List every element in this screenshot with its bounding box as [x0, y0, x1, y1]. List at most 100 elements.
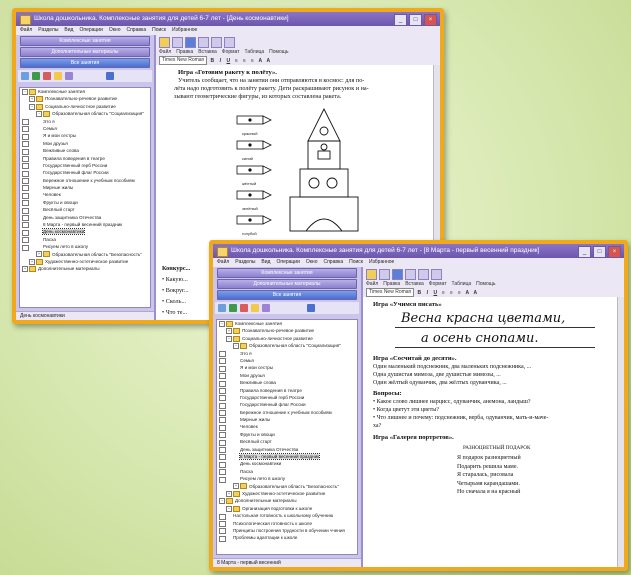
tree-item[interactable]: − Социально-личностное развитие	[217, 335, 357, 342]
section-button[interactable]: Дополнительные материалы	[217, 279, 357, 289]
save-icon[interactable]	[379, 269, 390, 280]
tree-item[interactable]: Государственный герб России	[217, 394, 357, 402]
collapse-icon[interactable]: −	[219, 498, 225, 505]
tree-item[interactable]: Мирные жилы	[20, 184, 150, 192]
copy-icon[interactable]	[198, 37, 209, 48]
front-menu-item[interactable]: Избранное	[369, 258, 394, 267]
back-tree-view[interactable]: − Комплексные занятия + Познавательно-речев…	[19, 87, 151, 308]
font-name-field[interactable]: Times New Roman	[366, 288, 415, 297]
back-menu-item[interactable]: Справка	[126, 26, 146, 35]
tree-item[interactable]: + Художественно-эстетическое развитие	[217, 490, 357, 497]
tree-item[interactable]: Мирные жилы	[217, 416, 357, 424]
tree-item[interactable]: Весёлый старт	[20, 206, 150, 214]
tree-item[interactable]: + Познавательно-речевое развитие	[217, 327, 357, 335]
tree-item[interactable]: Государственный флаг России	[20, 169, 150, 177]
close-icon[interactable]: ×	[424, 14, 437, 26]
doc-menu-item[interactable]: Вставка	[198, 49, 217, 55]
save-icon[interactable]	[172, 37, 183, 48]
front-menu-item[interactable]: Окно	[306, 258, 318, 267]
front-doc-scrollbar[interactable]	[617, 297, 624, 567]
section-button[interactable]: Все занятия	[20, 58, 150, 68]
tree-item[interactable]: − Социально-личностное развитие	[20, 103, 150, 110]
front-window[interactable]: Школа дошкольника. Комплексные занятия д…	[209, 240, 628, 571]
tree-tool-icon[interactable]	[251, 304, 259, 312]
front-menu-item[interactable]: Операции	[276, 258, 299, 267]
tree-item[interactable]: Я и мои сестры	[217, 364, 357, 372]
expand-icon[interactable]: +	[22, 266, 28, 273]
doc-menu-item[interactable]: Файл	[159, 49, 171, 55]
collapse-icon[interactable]: −	[233, 342, 239, 349]
tree-item[interactable]: Пасха	[217, 468, 357, 476]
tree-item[interactable]: Правила поведения в театре	[217, 387, 357, 394]
undo-icon[interactable]	[224, 37, 235, 48]
tree-item[interactable]: − Образовательная область "Социализация"	[217, 342, 357, 349]
doc-menu-item[interactable]: Таблица	[245, 49, 265, 55]
copy-icon[interactable]	[405, 269, 416, 280]
tree-item[interactable]: Настольная готовность к школьному обучен…	[217, 512, 357, 520]
doc-menu-item[interactable]: Правка	[176, 49, 193, 55]
tree-item[interactable]: + Художественно-эстетическое развитие	[20, 258, 150, 265]
section-button[interactable]: Дополнительные материалы	[20, 47, 150, 57]
tree-item[interactable]: День защитника Отечества	[20, 214, 150, 222]
tree-tool-icon[interactable]	[54, 72, 62, 80]
tree-item[interactable]: − Организация подготовки к школе	[217, 505, 357, 512]
tree-tool-icon[interactable]	[229, 304, 237, 312]
tree-item[interactable]: Семья	[20, 125, 150, 133]
tree-item[interactable]: Семья	[217, 357, 357, 365]
front-menu-item[interactable]: Вид	[261, 258, 270, 267]
back-menu-item[interactable]: Поиск	[152, 26, 166, 35]
back-menu-item[interactable]: Разделы	[38, 26, 58, 35]
tree-item[interactable]: Принципы построения трудности в обучении…	[217, 527, 357, 535]
collapse-icon[interactable]: −	[22, 88, 28, 95]
print-icon[interactable]	[185, 37, 196, 48]
expand-icon[interactable]: +	[36, 251, 42, 258]
tree-item[interactable]: + Познавательно-речевое развитие	[20, 95, 150, 103]
tree-item[interactable]: Государственный флаг России	[217, 401, 357, 409]
collapse-icon[interactable]: −	[36, 110, 42, 117]
tree-item[interactable]: + Дополнительные материалы	[20, 265, 150, 273]
front-title-bar[interactable]: Школа дошкольника. Комплексные занятия д…	[213, 244, 624, 258]
tree-item[interactable]: Рисуем лето в школу	[20, 243, 150, 251]
minimize-icon[interactable]: _	[578, 246, 591, 258]
tree-item[interactable]: Человек	[217, 423, 357, 431]
tree-item[interactable]: Мои друзья	[20, 140, 150, 148]
doc-menu-item[interactable]: Вставка	[405, 281, 424, 287]
expand-icon[interactable]: +	[226, 328, 232, 335]
tree-item[interactable]: Правила поведения в театре	[20, 155, 150, 162]
tree-item[interactable]: Государственный герб России	[20, 162, 150, 170]
tree-tool-icon[interactable]	[218, 304, 226, 312]
expand-icon[interactable]: +	[29, 96, 35, 103]
tree-item[interactable]: День защитника Отечества	[217, 446, 357, 454]
tree-item[interactable]: Весёлый старт	[217, 438, 357, 446]
tree-tool-icon[interactable]	[65, 72, 73, 80]
tree-item[interactable]: Это я	[217, 350, 357, 357]
tree-tool-icon[interactable]	[240, 304, 248, 312]
undo-icon[interactable]	[431, 269, 442, 280]
back-menu-item[interactable]: Окно	[109, 26, 121, 35]
front-menu-item[interactable]: Разделы	[235, 258, 255, 267]
front-menu-item[interactable]: Справка	[323, 258, 343, 267]
tree-item[interactable]: − Комплексные занятия	[217, 320, 357, 327]
tree-item[interactable]: Пасха	[20, 236, 150, 244]
minimize-icon[interactable]: _	[394, 14, 407, 26]
doc-menu-item[interactable]: Формат	[429, 281, 447, 287]
section-button[interactable]: Комплексные занятия	[217, 268, 357, 278]
tree-tool-icon[interactable]	[21, 72, 29, 80]
back-menu-item[interactable]: Файл	[20, 26, 32, 35]
back-menu-item[interactable]: Избранное	[172, 26, 197, 35]
help-icon[interactable]	[106, 72, 114, 80]
section-button[interactable]: Комплексные занятия	[20, 36, 150, 46]
help-icon[interactable]	[307, 304, 315, 312]
tree-item[interactable]: + Образовательная область "Безопасность"	[217, 483, 357, 490]
tree-item[interactable]: Это я	[20, 118, 150, 125]
tree-tool-icon[interactable]	[43, 72, 51, 80]
tree-item[interactable]: Вежливые слова	[217, 379, 357, 387]
maximize-icon[interactable]: □	[593, 246, 606, 258]
open-icon[interactable]	[366, 269, 377, 280]
tree-item[interactable]: Фрукты и овощи	[217, 431, 357, 439]
tree-item[interactable]: Человек	[20, 191, 150, 199]
section-button[interactable]: Все занятия	[217, 290, 357, 300]
tree-item[interactable]: Психологическая готовность к школе	[217, 520, 357, 527]
print-icon[interactable]	[392, 269, 403, 280]
front-menu-item[interactable]: Поиск	[349, 258, 363, 267]
